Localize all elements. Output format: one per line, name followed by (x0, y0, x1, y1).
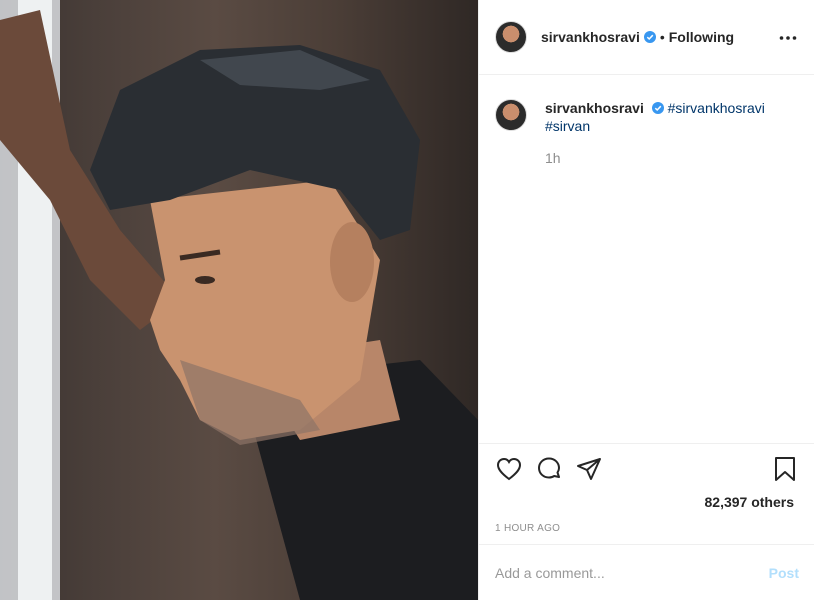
hashtag-link[interactable]: #sirvankhosravi (668, 100, 765, 116)
post-header: sirvankhosravi • Following (479, 0, 814, 75)
verified-badge-icon (651, 102, 664, 114)
separator-dot: • (659, 29, 665, 45)
post-timestamp[interactable]: 1 HOUR AGO (495, 523, 560, 534)
post-comment-button[interactable]: Post (769, 565, 799, 581)
post-side-panel: sirvankhosravi • Following sirvankhosrav… (478, 0, 814, 600)
caption-time[interactable]: 1h (545, 149, 765, 167)
avatar[interactable] (495, 21, 527, 53)
share-icon[interactable] (575, 455, 603, 483)
comment-icon[interactable] (535, 455, 563, 483)
more-options-icon[interactable] (778, 28, 798, 48)
header-username[interactable]: sirvankhosravi (541, 29, 640, 45)
comment-input[interactable] (495, 564, 769, 581)
heart-icon[interactable] (495, 455, 523, 483)
post-photo[interactable] (0, 0, 478, 600)
post-actions: 82,397 others 1 HOUR AGO (479, 443, 814, 544)
verified-badge-icon (643, 31, 656, 43)
caption-username[interactable]: sirvankhosravi (545, 100, 644, 116)
likes-count[interactable]: 82,397 others (705, 494, 795, 510)
hashtag-link[interactable]: #sirvan (545, 118, 590, 134)
following-button[interactable]: Following (669, 29, 734, 45)
caption-body: sirvankhosravi #sirvankhosravi #sirvan 1… (545, 99, 765, 167)
caption-avatar[interactable] (495, 99, 527, 131)
bookmark-icon[interactable] (771, 455, 799, 483)
portrait-image (0, 0, 478, 600)
post-caption: sirvankhosravi #sirvankhosravi #sirvan 1… (479, 75, 814, 167)
comment-bar: Post (479, 544, 814, 600)
